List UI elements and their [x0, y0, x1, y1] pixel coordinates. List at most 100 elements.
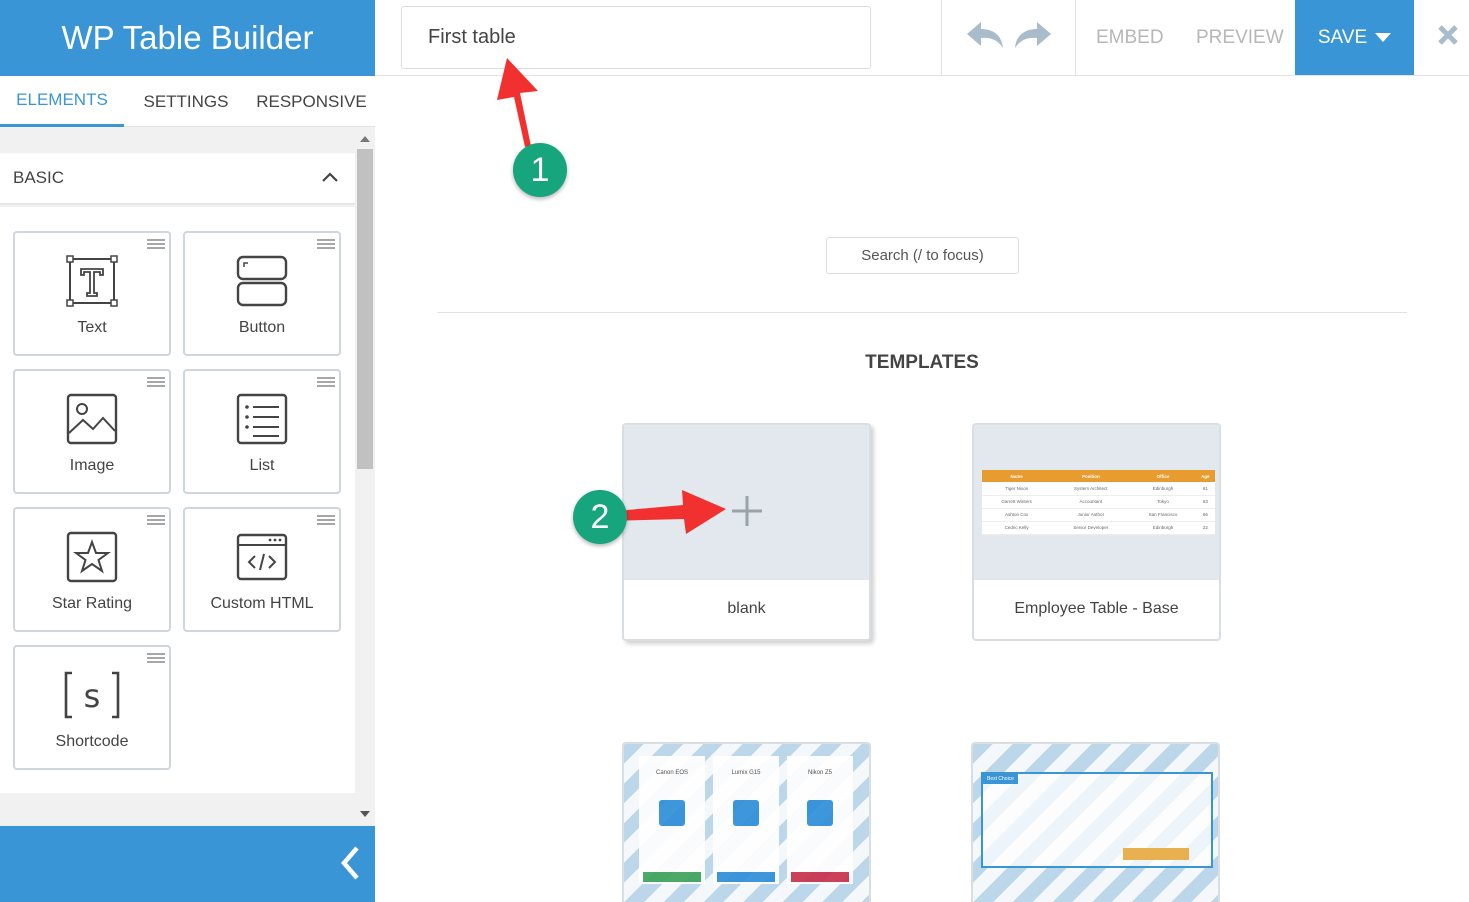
section-basic-label: BASIC [13, 168, 65, 187]
template-thumbnail: Best Choice [973, 744, 1218, 902]
table-icon [733, 800, 759, 826]
plus-icon[interactable] [730, 494, 764, 533]
template-thumbnail: Name Position Office Age Tiger Nixon Sys… [974, 425, 1219, 580]
star-rating-icon [15, 529, 169, 585]
preview-cell: San Francisco [1130, 508, 1196, 522]
chevron-up-icon[interactable] [321, 168, 339, 188]
element-list[interactable]: List [183, 369, 341, 494]
pricing-button [791, 872, 849, 882]
app-title: WP Table Builder [0, 0, 375, 76]
preview-header: Position [1051, 470, 1131, 482]
tab-responsive[interactable]: RESPONSIVE [248, 76, 375, 127]
element-label: Shortcode [55, 733, 129, 750]
element-star-rating[interactable]: Star Rating [13, 507, 171, 632]
caret-down-icon[interactable] [1375, 27, 1392, 49]
element-button[interactable]: Button [183, 231, 341, 356]
button-icon [185, 253, 339, 309]
shortcode-icon: s [15, 667, 169, 723]
element-label: Star Rating [51, 595, 133, 612]
template-name: blank [727, 600, 766, 617]
collapse-sidebar-button[interactable] [335, 844, 365, 886]
basic-elements-grid: Text Button Image List Star Rating Custo… [0, 207, 355, 793]
preview-header: Age [1195, 470, 1215, 482]
element-shortcode[interactable]: s Shortcode [13, 645, 171, 770]
preview-button[interactable]: PREVIEW [1196, 0, 1284, 75]
close-button[interactable] [1427, 0, 1469, 75]
template-card-affiliate[interactable]: Best Choice [971, 742, 1220, 902]
drag-handle-icon[interactable] [317, 515, 335, 527]
table-title-input[interactable] [401, 6, 871, 69]
pricing-product-name: Nikon Z5 [807, 770, 832, 776]
template-card-employee-table[interactable]: Name Position Office Age Tiger Nixon Sys… [972, 423, 1221, 641]
list-icon [185, 391, 339, 447]
tab-settings[interactable]: SETTINGS [124, 76, 248, 127]
code-icon [185, 529, 339, 585]
templates-heading: TEMPLATES [865, 352, 979, 373]
save-label: SAVE [1317, 26, 1368, 48]
element-label: Custom HTML [210, 595, 314, 612]
preview-cell: 66 [1195, 508, 1215, 522]
template-search-input[interactable] [826, 237, 1019, 274]
preview-cell: Accountant [1051, 495, 1131, 509]
pricing-column: Lumix G15 [713, 756, 779, 884]
element-label: Text [77, 319, 107, 336]
drag-handle-icon[interactable] [317, 377, 335, 389]
sidebar-scrollbar[interactable] [355, 130, 375, 823]
redo-icon[interactable] [1013, 20, 1053, 55]
template-name: Employee Table - Base [1014, 600, 1179, 617]
svg-text:s: s [84, 677, 101, 715]
affiliate-button-preview [1123, 848, 1189, 860]
template-thumbnail: Canon EOS Lumix G15 Nikon Z5 [624, 744, 869, 902]
pricing-product-name: Lumix G15 [731, 770, 761, 776]
scrollbar-thumb[interactable] [357, 149, 373, 469]
preview-cell: Tiger Nixon [982, 482, 1052, 496]
pricing-column: Nikon Z5 [787, 756, 853, 884]
preview-cell: 61 [1195, 482, 1215, 496]
preview-header: Office [1130, 470, 1196, 482]
embed-button[interactable]: EMBED [1096, 0, 1164, 75]
table-icon [659, 800, 685, 826]
sidebar-footer [0, 826, 375, 902]
preview-cell: System Architect [1051, 482, 1131, 496]
save-button[interactable]: SAVE [1295, 0, 1414, 75]
preview-cell: Ashton Cox [982, 508, 1052, 522]
element-text[interactable]: Text [13, 231, 171, 356]
drag-handle-icon[interactable] [147, 653, 165, 665]
elements-panel: BASIC Text Button Image List Star Rating… [0, 130, 355, 820]
close-icon [1437, 24, 1459, 51]
template-thumbnail [624, 425, 869, 580]
preview-cell: Edinburgh [1130, 521, 1196, 535]
scroll-up-icon[interactable] [360, 136, 370, 142]
template-card-blank[interactable]: blank [622, 423, 871, 641]
element-label: Button [238, 319, 286, 336]
pricing-button [717, 872, 775, 882]
section-basic-header[interactable]: BASIC [0, 153, 355, 205]
image-icon [15, 391, 169, 447]
drag-handle-icon[interactable] [317, 239, 335, 251]
drag-handle-icon[interactable] [147, 377, 165, 389]
tab-elements[interactable]: ELEMENTS [0, 76, 124, 127]
history-controls [941, 0, 1076, 75]
main-content: TEMPLATES blank Name Position Office Age [375, 76, 1469, 902]
scroll-down-icon[interactable] [360, 811, 370, 817]
top-toolbar: EMBED PREVIEW SAVE [375, 0, 1469, 76]
element-label: List [249, 457, 275, 474]
preview-cell: 22 [1195, 521, 1215, 535]
preview-cell: Senior Developer [1051, 521, 1131, 535]
sidebar-tabs: ELEMENTS SETTINGS RESPONSIVE [0, 76, 375, 127]
employee-table-preview: Name Position Office Age Tiger Nixon Sys… [982, 470, 1215, 535]
undo-icon[interactable] [965, 20, 1005, 55]
step-marker-2: 2 [573, 490, 627, 544]
table-icon [807, 800, 833, 826]
template-card-pricing[interactable]: Canon EOS Lumix G15 Nikon Z5 [622, 742, 871, 902]
pricing-button [643, 872, 701, 882]
element-image[interactable]: Image [13, 369, 171, 494]
pricing-column: Canon EOS [639, 756, 705, 884]
best-choice-badge: Best Choice [983, 774, 1018, 784]
text-icon [15, 253, 169, 309]
element-custom-html[interactable]: Custom HTML [183, 507, 341, 632]
divider [437, 312, 1407, 313]
drag-handle-icon[interactable] [147, 239, 165, 251]
chevron-left-icon [339, 845, 361, 886]
drag-handle-icon[interactable] [147, 515, 165, 527]
